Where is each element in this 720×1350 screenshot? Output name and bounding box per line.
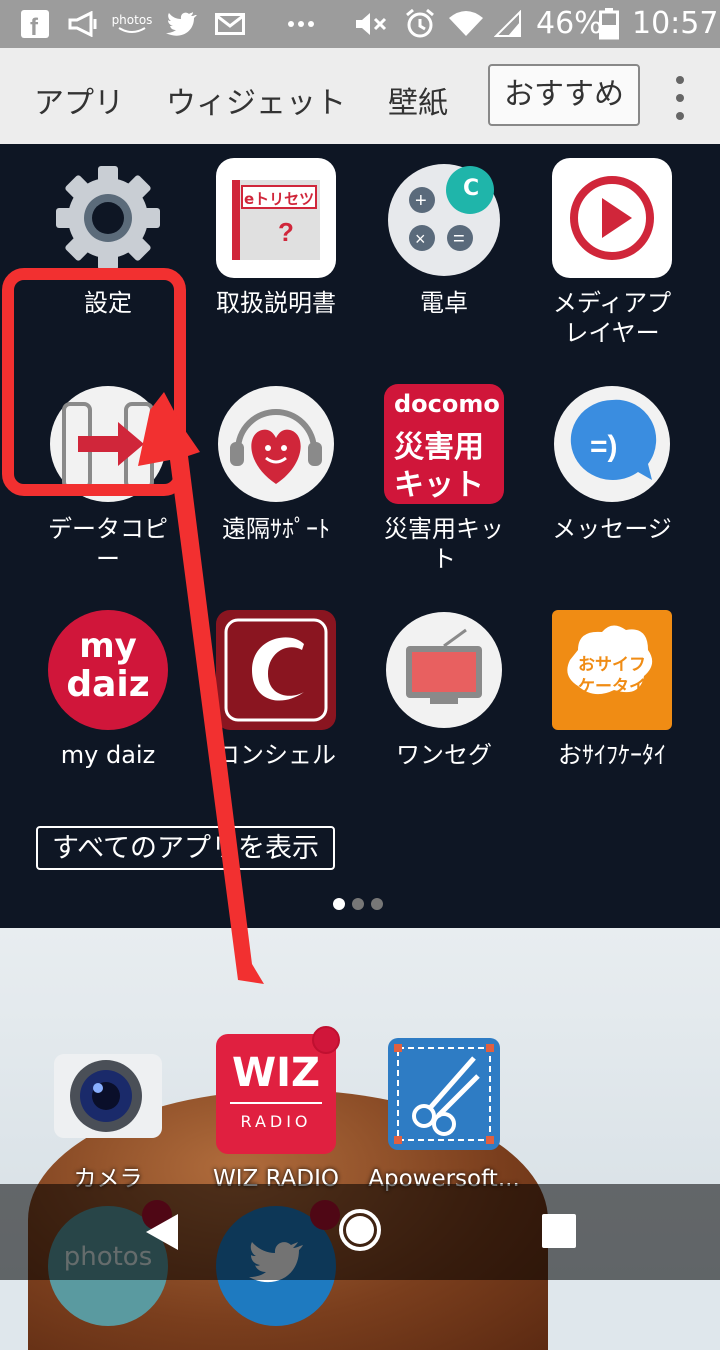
annotation-arrow (138, 392, 264, 984)
